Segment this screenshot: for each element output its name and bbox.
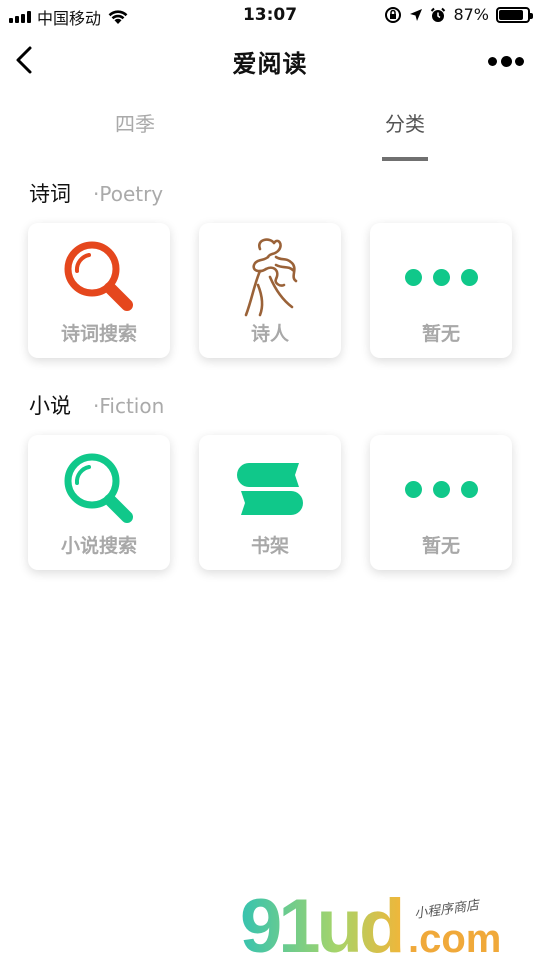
nav-bar: 爱阅读 [0,30,540,90]
more-icon-dot [500,55,512,67]
section-subtitle: ·Fiction [93,394,165,418]
card-label: 诗人 [250,323,289,345]
more-icon-dot [515,56,524,66]
more-dots-icon [404,268,478,286]
tab-bar: 四季 分类 [0,108,540,168]
card-label: 小说搜索 [60,535,137,557]
card-label: 暂无 [421,535,460,557]
watermark-domain: .com [408,917,501,958]
more-button[interactable] [488,52,524,70]
alarm-icon [431,7,446,22]
battery-icon [496,6,533,23]
search-icon [64,241,133,311]
section-title: 诗词 [29,182,71,206]
page-title: 爱阅读 [232,50,308,78]
card-bookshelf[interactable]: 书架 [199,435,341,570]
location-icon [410,8,423,21]
section-title: 小说 [29,394,71,418]
tab-seasons[interactable]: 四季 [75,108,195,137]
watermark-logo: 91ud .com 小程序商店 [240,888,501,958]
status-right: 87% [384,5,533,24]
more-icon [488,56,497,66]
tab-category[interactable]: 分类 [345,108,465,137]
orientation-lock-icon [385,6,402,23]
fiction-cards: 小说搜索 书架 暂无 [28,435,512,570]
poet-icon [244,238,298,317]
search-icon [64,453,133,523]
section-header-fiction: 小说 ·Fiction [29,390,164,420]
card-label: 诗词搜索 [60,323,137,345]
card-label: 暂无 [421,323,460,345]
section-subtitle: ·Poetry [93,182,164,206]
active-tab-indicator [382,157,428,161]
watermark-brand: 91ud [240,888,401,958]
battery-percent: 87% [453,5,489,24]
card-fiction-search[interactable]: 小说搜索 [28,435,170,570]
card-poetry-search[interactable]: 诗词搜索 [28,223,170,358]
poetry-cards: 诗词搜索 诗人 暂无 [28,223,512,358]
status-bar: 中国移动 13:07 87% [0,0,540,30]
card-poetry-none[interactable]: 暂无 [370,223,512,358]
section-header-poetry: 诗词 ·Poetry [29,178,163,208]
battery-level [499,9,524,20]
bookshelf-icon [237,463,303,515]
card-label: 书架 [250,535,289,557]
more-dots-icon [404,480,478,498]
card-poet[interactable]: 诗人 [199,223,341,358]
card-fiction-none[interactable]: 暂无 [370,435,512,570]
